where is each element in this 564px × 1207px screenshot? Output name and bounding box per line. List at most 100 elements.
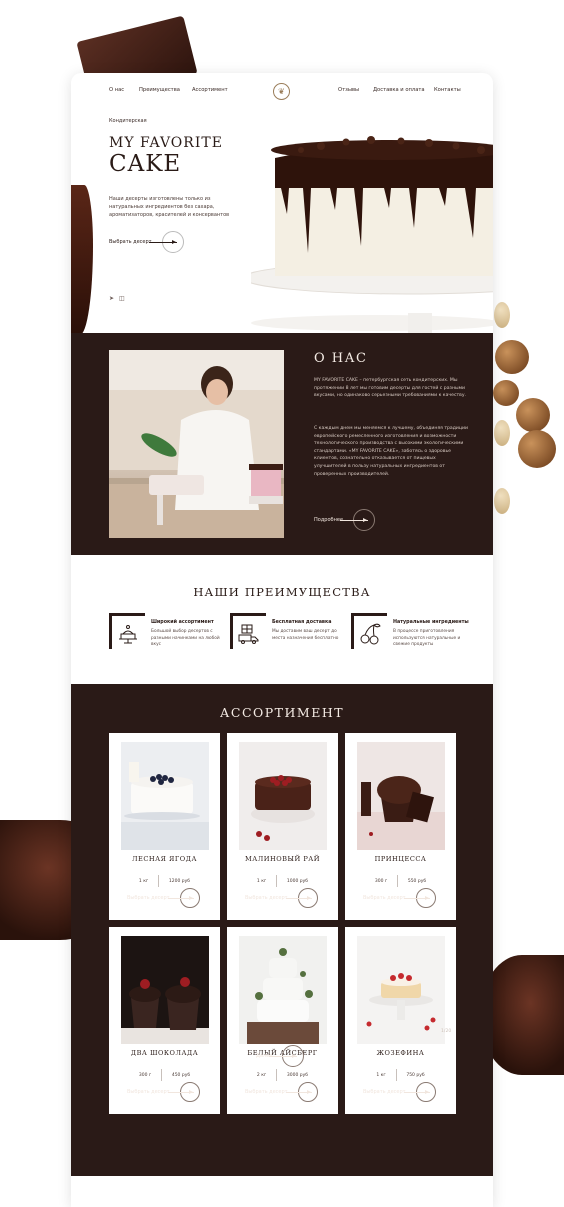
about-more-label: Подробнее <box>314 517 344 523</box>
product-card[interactable]: БЕЛЫЙ АЙСБЕРГ 2 кг 3000 руб Выбрать десе… <box>227 927 338 1114</box>
arrow-right-icon <box>403 1082 436 1102</box>
hero-title-line2: CAKE <box>109 151 182 177</box>
advantage-text: Большой выбор десертов с разными начинка… <box>151 629 220 647</box>
product-name: ЛЕСНАЯ ЯГОДА <box>132 855 197 863</box>
choose-dessert-button[interactable]: Выбрать десерт <box>245 1082 318 1102</box>
product-meta: 1 кг 1200 руб <box>109 875 220 887</box>
hero-description: Наши десерты изготовлены только из натур… <box>109 196 230 218</box>
product-price: 450 руб <box>171 1072 191 1078</box>
advantages-title: НАШИ ПРЕИМУЩЕСТВА <box>193 585 371 599</box>
arrow-right-icon <box>167 1082 200 1102</box>
arrow-right-icon <box>285 1082 318 1102</box>
product-name: ДВА ШОКОЛАДА <box>130 1049 199 1057</box>
product-price: 1200 руб <box>168 878 191 884</box>
product-meta: 1 кг 1000 руб <box>227 875 338 887</box>
about-section: О НАС MY FAVORITE CAKE – петербургская с… <box>71 333 493 555</box>
nav-link-contacts[interactable]: Контакты <box>434 87 461 93</box>
hero-title-line1: MY FAVORITE <box>109 135 223 151</box>
about-paragraph-1: MY FAVORITE CAKE – петербургская сеть ко… <box>314 378 467 399</box>
product-weight: 2 кг <box>256 1072 267 1078</box>
choose-dessert-button[interactable]: Выбрать десерт <box>245 888 318 908</box>
almond-decoration <box>494 420 510 446</box>
confectioner-photo <box>109 350 284 538</box>
nav-link-delivery[interactable]: Доставка и оплата <box>373 87 425 93</box>
next-button[interactable]: Далее <box>256 1045 305 1067</box>
product-image <box>121 742 209 850</box>
product-card[interactable]: ДВА ШОКОЛАДА 300 г 450 руб Выбрать десер… <box>109 927 220 1114</box>
choose-dessert-label: Выбрать десерт <box>363 1089 406 1095</box>
about-more-button[interactable]: Подробнее <box>314 509 376 531</box>
footer-area <box>71 1176 493 1207</box>
choose-dessert-button[interactable]: Выбрать десерт <box>127 1082 200 1102</box>
product-card[interactable]: МАЛИНОВЫЙ РАЙ 1 кг 1000 руб Выбрать десе… <box>227 733 338 920</box>
choose-dessert-label: Выбрать десерт <box>363 895 406 901</box>
gift-truck-icon <box>238 624 259 644</box>
top-navigation: О нас Преимущества Ассортимент ❦ Отзывы … <box>71 83 493 101</box>
product-image <box>121 936 209 1044</box>
product-card[interactable]: ЖОЗЕФИНА 1 кг 750 руб Выбрать десерт <box>345 927 456 1114</box>
choose-dessert-button[interactable]: Выбрать десерт <box>363 1082 436 1102</box>
pagination-counter: 1/20 <box>441 1029 452 1034</box>
product-card[interactable]: ПРИНЦЕССА 300 г 550 руб Выбрать десерт <box>345 733 456 920</box>
product-image <box>239 742 327 850</box>
product-price: 3000 руб <box>286 1072 309 1078</box>
about-paragraph-2: С каждым днем мы меняемся к лучшему, объ… <box>314 426 468 477</box>
telegram-icon[interactable]: ➤ <box>109 295 114 302</box>
product-card[interactable]: ЛЕСНАЯ ЯГОДА 1 кг 1200 руб Выбрать десер… <box>109 733 220 920</box>
product-weight: 1 кг <box>256 878 267 884</box>
choose-dessert-button[interactable]: Выбрать десерт <box>127 888 200 908</box>
assortment-title: АССОРТИМЕНТ <box>219 705 345 720</box>
landing-page: О нас Преимущества Ассортимент ❦ Отзывы … <box>71 73 493 1207</box>
product-weight: 1 кг <box>376 1072 386 1078</box>
cherries-icon <box>360 623 381 645</box>
product-meta: 2 кг 3000 руб <box>227 1069 338 1081</box>
arrow-right-icon <box>340 509 376 531</box>
product-meta: 1 кг 750 руб <box>345 1069 456 1081</box>
arrow-right-icon <box>167 888 200 908</box>
almond-decoration <box>494 488 510 514</box>
advantage-item: Бесплатная доставка Мы доставим ваш десе… <box>230 613 345 653</box>
product-meta: 300 г 450 руб <box>109 1069 220 1081</box>
hazelnut-decoration <box>495 340 529 374</box>
product-image <box>357 936 445 1044</box>
hero-cake-image <box>251 136 493 333</box>
instagram-icon[interactable]: ◫ <box>119 295 125 302</box>
arrow-right-icon <box>285 888 318 908</box>
product-meta: 300 г 550 руб <box>345 875 456 887</box>
product-weight: 1 кг <box>138 878 149 884</box>
cake-stand-icon <box>119 625 137 644</box>
choose-dessert-label: Выбрать десерт <box>127 1089 170 1095</box>
advantage-title: Натуральные ингредиенты <box>393 620 469 625</box>
nav-link-about[interactable]: О нас <box>109 87 124 93</box>
nav-link-reviews[interactable]: Отзывы <box>338 87 359 93</box>
arrow-right-icon <box>148 231 184 253</box>
hazelnut-decoration <box>516 398 550 432</box>
product-name: ЖОЗЕФИНА <box>376 1049 425 1057</box>
choose-dessert-label: Выбрать десерт <box>245 1089 288 1095</box>
advantage-text: Мы доставим ваш десерт до места назначен… <box>272 629 339 641</box>
hazelnut-decoration <box>493 380 519 406</box>
hero-cta-button[interactable]: Выбрать десерт <box>109 231 184 253</box>
product-name: МАЛИНОВЫЙ РАЙ <box>244 855 320 863</box>
advantage-item: Натуральные ингредиенты В процессе приго… <box>351 613 469 653</box>
product-image <box>357 742 445 850</box>
arrow-right-icon <box>269 1045 305 1067</box>
product-price: 1000 руб <box>286 878 309 884</box>
product-weight: 300 г <box>138 1072 152 1078</box>
hazelnut-decoration <box>518 430 556 468</box>
choose-dessert-label: Выбрать десерт <box>127 895 170 901</box>
about-title: О НАС <box>314 351 368 366</box>
hero-eyebrow: Кондитерская <box>109 118 147 124</box>
nav-link-advantages[interactable]: Преимущества <box>139 87 180 93</box>
advantage-text: В процессе приготовления используются на… <box>393 629 461 647</box>
choose-dessert-button[interactable]: Выбрать десерт <box>363 888 436 908</box>
product-image <box>239 936 327 1044</box>
choose-dessert-label: Выбрать десерт <box>245 895 288 901</box>
chocolate-splash-image <box>71 185 93 335</box>
product-price: 750 руб <box>406 1072 425 1078</box>
nav-link-assortment[interactable]: Ассортимент <box>192 87 228 93</box>
logo[interactable]: ❦ <box>273 83 290 100</box>
arrow-right-icon <box>403 888 436 908</box>
advantage-title: Широкий ассортимент <box>151 620 214 625</box>
product-price: 550 руб <box>407 878 427 884</box>
